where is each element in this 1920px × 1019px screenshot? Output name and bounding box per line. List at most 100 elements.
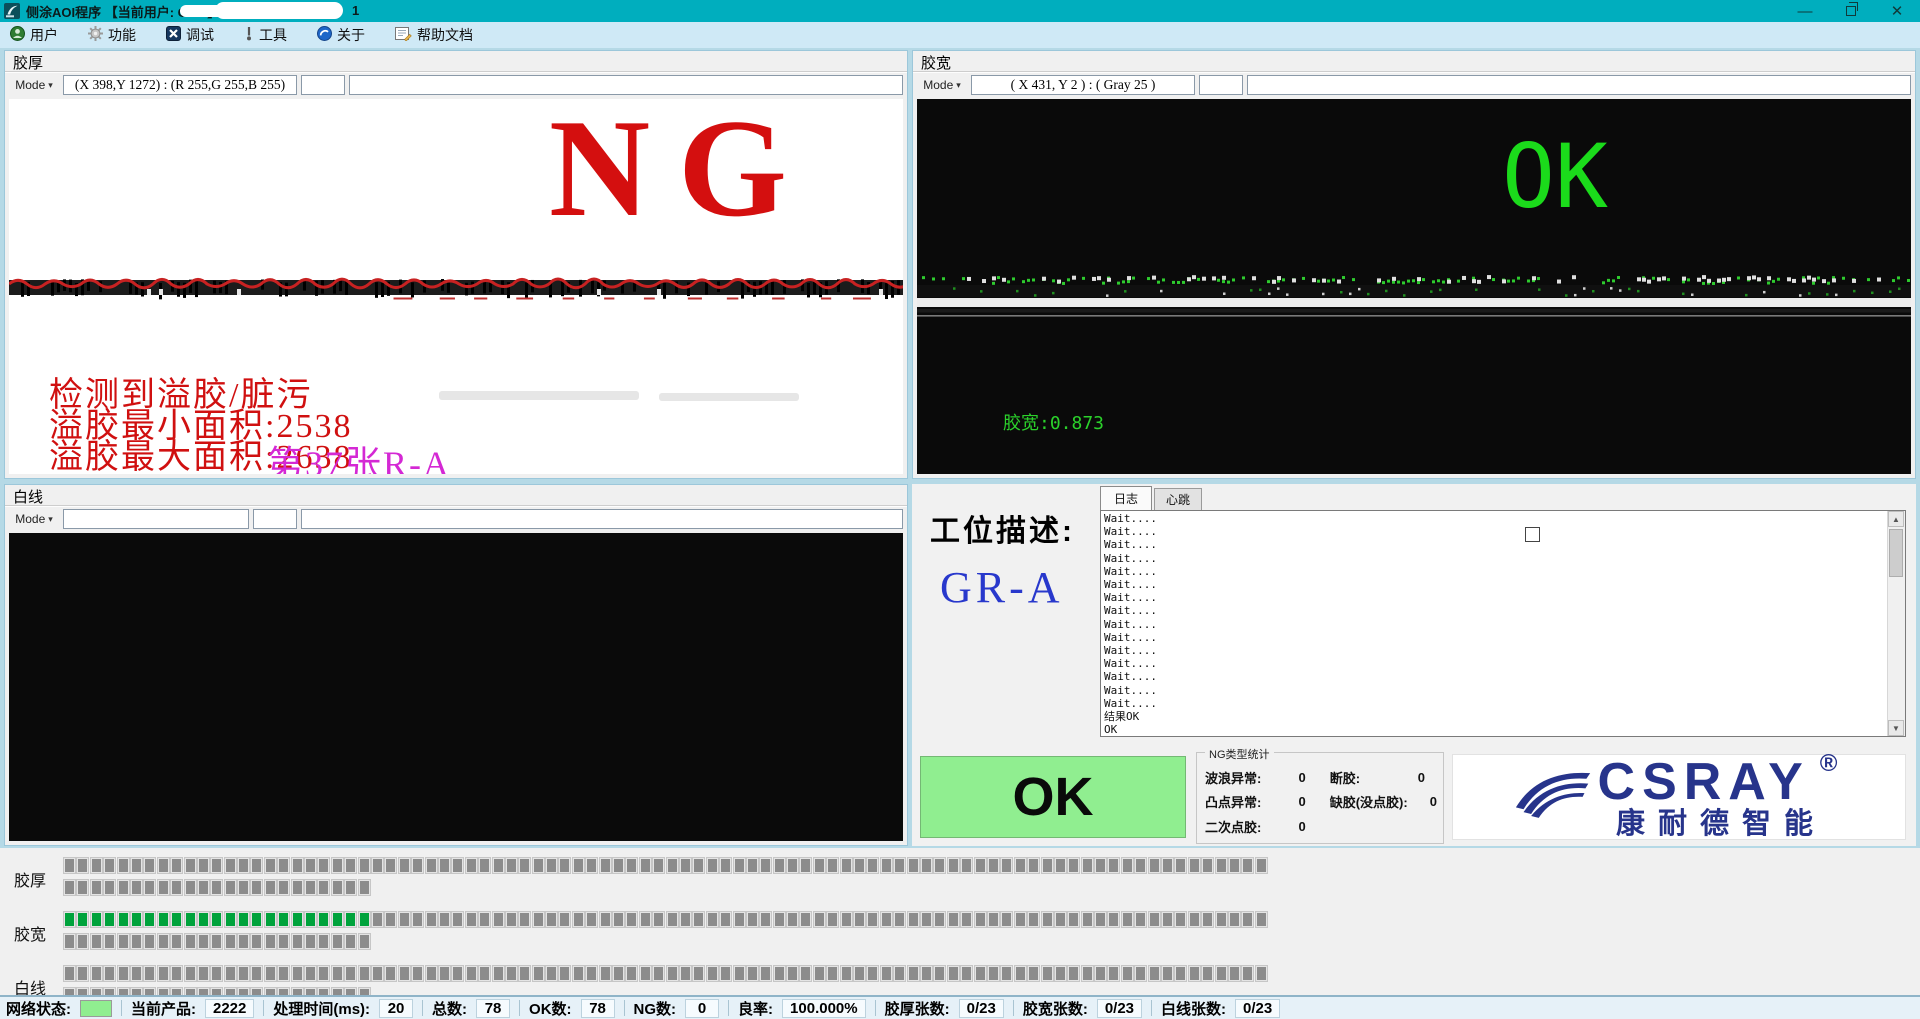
menu-item-help-doc[interactable]: 帮助文档 <box>395 25 473 45</box>
glue-width-mode-dropdown[interactable]: Mode ▾ <box>917 75 967 95</box>
progress-cell <box>1001 912 1012 927</box>
minimize-button[interactable]: — <box>1782 0 1828 22</box>
progress-cell <box>1015 966 1026 981</box>
glue-thickness-field-wide[interactable] <box>349 75 903 95</box>
progress-cell <box>1082 858 1093 873</box>
restore-button[interactable] <box>1828 0 1874 22</box>
progress-cell <box>399 858 410 873</box>
tab-heartbeat[interactable]: 心跳 <box>1154 488 1202 510</box>
progress-cell <box>613 912 624 927</box>
progress-cell <box>251 966 262 981</box>
progress-cell <box>372 858 383 873</box>
progress-cell <box>600 858 611 873</box>
progress-cell <box>198 966 209 981</box>
result-ok-button[interactable]: OK <box>920 756 1186 838</box>
progress-cell <box>292 912 303 927</box>
network-status-swatch <box>80 1000 112 1017</box>
progress-cell <box>881 966 892 981</box>
progress-cell <box>720 858 731 873</box>
window-controls: — ✕ <box>1782 0 1920 22</box>
divider <box>5 505 907 507</box>
status-separator <box>263 1000 264 1016</box>
progress-cell <box>332 880 343 895</box>
log-entry: Wait.... <box>1104 525 1157 538</box>
progress-cell <box>144 966 155 981</box>
status-value: 78 <box>581 999 615 1018</box>
menu-item-user[interactable]: 用户 <box>10 25 58 45</box>
log-scrollbar[interactable]: ▲ ▼ <box>1887 511 1905 736</box>
progress-cell <box>1149 966 1160 981</box>
ng-stat-bump: 凸点异常:0 <box>1205 790 1320 815</box>
white-line-image <box>9 533 903 841</box>
ng-stats-grid: 波浪异常:0 凸点异常:0 二次点胶:0 断胶:0 缺胶(没点胶):0 <box>1205 765 1439 839</box>
progress-cell <box>827 912 838 927</box>
glue-width-panel: 胶宽 Mode ▾ ( X 431, Y 2 ) : ( Gray 25 ) O… <box>912 50 1916 479</box>
progress-cell <box>1015 858 1026 873</box>
log-checkbox[interactable] <box>1525 527 1540 542</box>
app-icon <box>4 3 20 19</box>
scroll-down-icon[interactable]: ▼ <box>1888 720 1904 736</box>
log-list-box[interactable]: Wait....Wait....Wait....Wait....Wait....… <box>1100 510 1906 737</box>
progress-cell <box>278 966 289 981</box>
ng-stats-box: NG类型统计 波浪异常:0 凸点异常:0 二次点胶:0 断胶:0 缺胶(没点胶)… <box>1196 752 1444 844</box>
white-line-field-small[interactable] <box>253 509 297 529</box>
glue-width-measurement: 胶宽:0.873 <box>1003 409 1104 435</box>
white-line-panel-title: 白线 <box>13 486 43 507</box>
scroll-up-icon[interactable]: ▲ <box>1888 511 1904 527</box>
glue-thickness-field-small[interactable] <box>301 75 345 95</box>
progress-cell <box>332 912 343 927</box>
glue-width-field-wide[interactable] <box>1247 75 1911 95</box>
progress-cell <box>854 966 865 981</box>
tab-log[interactable]: 日志 <box>1100 486 1152 510</box>
progress-cell <box>894 858 905 873</box>
status-separator <box>624 1000 625 1016</box>
menu-item-about[interactable]: 关于 <box>317 25 365 45</box>
menu-item-function[interactable]: 功能 <box>88 25 136 45</box>
progress-cell <box>452 912 463 927</box>
info-globe-icon <box>317 26 332 44</box>
progress-cell <box>1216 912 1227 927</box>
progress-cell <box>479 858 490 873</box>
close-button[interactable]: ✕ <box>1874 0 1920 22</box>
glue-thickness-mode-dropdown[interactable]: Mode ▾ <box>9 75 59 95</box>
progress-cell <box>1042 858 1053 873</box>
glue-thickness-panel-title: 胶厚 <box>13 52 43 73</box>
menu-item-debug[interactable]: 调试 <box>166 25 214 45</box>
progress-rows <box>64 912 1267 956</box>
log-entry: Wait.... <box>1104 684 1157 697</box>
progress-cell <box>800 966 811 981</box>
progress-cell <box>800 912 811 927</box>
log-entry: Wait.... <box>1104 565 1157 578</box>
white-line-field-wide[interactable] <box>301 509 903 529</box>
white-line-mode-dropdown[interactable]: Mode ▾ <box>9 509 59 529</box>
progress-cell <box>118 934 129 949</box>
progress-cell <box>439 912 450 927</box>
glue-width-field-small[interactable] <box>1199 75 1243 95</box>
progress-cell <box>533 912 544 927</box>
progress-cell <box>493 912 504 927</box>
progress-cell <box>318 858 329 873</box>
progress-cell <box>251 934 262 949</box>
progress-cell <box>948 912 959 927</box>
progress-cell <box>948 858 959 873</box>
progress-cell <box>211 934 222 949</box>
progress-cell <box>1189 966 1200 981</box>
progress-cell <box>734 966 745 981</box>
progress-cell <box>1202 858 1213 873</box>
menu-item-tools[interactable]: 工具 <box>244 25 287 45</box>
status-separator <box>728 1000 729 1016</box>
chevron-down-icon: ▾ <box>956 80 961 91</box>
progress-cell <box>680 966 691 981</box>
glue-thickness-image: NG 检测到溢胶/脏污 溢胶最小面积:2538 溢胶最大面积:2638 第37张… <box>9 99 903 474</box>
progress-cell <box>144 912 155 927</box>
progress-cell <box>118 912 129 927</box>
scrollbar-thumb[interactable] <box>1889 529 1903 577</box>
registered-mark-icon: ® <box>1820 752 1845 776</box>
log-entry: Wait.... <box>1104 591 1157 604</box>
progress-cell <box>77 880 88 895</box>
progress-cell <box>506 858 517 873</box>
progress-cell <box>573 858 584 873</box>
progress-cell <box>1216 966 1227 981</box>
progress-cell <box>1202 966 1213 981</box>
status-separator <box>875 1000 876 1016</box>
